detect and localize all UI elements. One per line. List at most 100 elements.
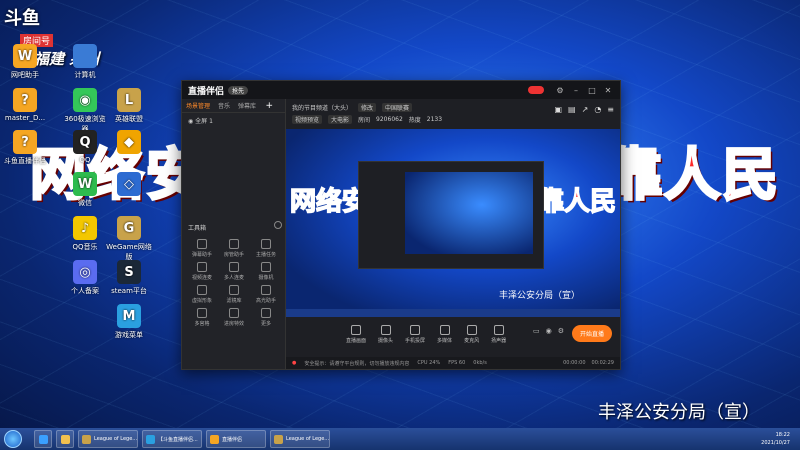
tool-icon — [229, 239, 239, 249]
tab-music[interactable]: 音乐 — [218, 101, 230, 110]
desktop-icon[interactable]: ◎ 个人备案 — [62, 260, 108, 296]
toolbox-item[interactable]: 多宫格 — [186, 308, 218, 327]
desktop-icon[interactable]: ◉ 360极速浏览器 — [62, 88, 108, 134]
tool-label: 多宫格 — [194, 321, 210, 327]
source-label: 扬声器 — [491, 337, 507, 344]
desktop-icon-label: 个人备案 — [71, 287, 99, 295]
record-icon[interactable]: ▭ — [533, 327, 540, 335]
slogan-right: 靠人民 — [605, 142, 780, 210]
toolbox-item[interactable]: 摄像机 — [250, 262, 282, 281]
taskbar-items: League of Lege... 【斗鱼直播伴侣... 直播伴侣 League of… — [78, 430, 330, 448]
settings-icon[interactable]: ⚙ — [554, 86, 566, 95]
desktop-icon[interactable]: ◆ — [106, 130, 152, 156]
desktop-icon[interactable]: ◇ — [106, 172, 152, 198]
toolbox-item[interactable]: 房管助手 — [218, 239, 250, 258]
toolbox-item[interactable]: 主播任务 — [250, 239, 282, 258]
minimize-icon[interactable]: – — [570, 86, 582, 95]
lock-icon[interactable]: ▤ — [568, 105, 576, 114]
desktop-icon[interactable]: G WeGame网络版 — [106, 216, 152, 262]
app-titlebar[interactable]: 直播伴侣 抢先 ⚙ – □ ✕ — [182, 81, 620, 99]
taskbar-item[interactable]: 直播伴侣 — [206, 430, 266, 448]
live-streaming-app-window[interactable]: 直播伴侣 抢先 ⚙ – □ ✕ 场景管理 音乐 弹幕库 + ◉ 全屏 1 工具箱… — [181, 80, 621, 370]
taskbar-item[interactable]: League of Lege... — [270, 430, 330, 448]
menu-icon[interactable]: ≡ — [607, 105, 614, 114]
preview-taskbar — [286, 309, 620, 317]
gear-icon[interactable]: ⚙ — [558, 327, 564, 335]
maximize-icon[interactable]: □ — [586, 86, 598, 95]
bitrate: 0kb/s — [473, 360, 487, 366]
stream-title[interactable]: 我的节目频道（大头） — [292, 103, 352, 112]
source-control[interactable]: 摄像头 — [378, 324, 393, 344]
tool-label: 弹幕助手 — [191, 252, 212, 258]
app-icon: ♪ — [73, 216, 97, 240]
clock-time: 00:02:29 — [591, 360, 614, 366]
app-title: 直播伴侣 — [188, 86, 225, 97]
category-tag[interactable]: 中国联赛 — [382, 103, 413, 112]
view-icon[interactable]: ◉ — [546, 327, 552, 335]
toolbox-item[interactable]: 高光助手 — [250, 285, 282, 304]
toolbox-item[interactable]: 进房特效 — [218, 308, 250, 327]
desktop-icon[interactable]: ? master_D... — [2, 88, 48, 122]
tab-scenes[interactable]: 场景管理 — [186, 101, 210, 110]
toolbox-item[interactable]: 弹幕助手 — [186, 239, 218, 258]
toolbox-item[interactable]: 更多 — [250, 308, 282, 327]
tab-danmaku[interactable]: 弹幕库 — [238, 101, 256, 110]
category-edit-button[interactable]: 修改 — [358, 103, 377, 112]
preview-nested-window — [358, 161, 544, 269]
desktop-icon[interactable]: ♪ QQ音乐 — [62, 216, 108, 252]
desktop-icon[interactable]: W 网吧助手 — [2, 44, 48, 80]
source-control[interactable]: 麦克风 — [464, 324, 479, 344]
scene-panel: 场景管理 音乐 弹幕库 + ◉ 全屏 1 工具箱 弹幕助手 房管助手 主播任务 视频连… — [182, 99, 286, 369]
share-icon[interactable]: ↗ — [582, 105, 589, 114]
source-icon — [439, 324, 450, 335]
desktop-icon-label: 游戏菜单 — [115, 331, 143, 339]
stream-preview[interactable]: 网络安 靠人民 丰泽公安分局（宣） — [286, 129, 620, 317]
desktop-icon[interactable]: Ssteam平台 — [106, 260, 152, 296]
tray-date: 2021/10/27 — [761, 440, 790, 446]
info-tag-1[interactable]: 视频预览 — [292, 115, 323, 124]
desktop-icon[interactable]: ? 斗鱼直播伴侣 — [2, 130, 48, 166]
desktop-icon[interactable]: L 英雄联盟 — [106, 88, 152, 124]
tool-label: 多人连麦 — [223, 275, 244, 281]
app-icon: ◉ — [73, 88, 97, 112]
taskbar-folder-icon[interactable] — [56, 430, 74, 448]
source-icon — [410, 324, 421, 335]
version-badge: 抢先 — [228, 85, 249, 95]
source-control[interactable]: 手机投屏 — [405, 324, 425, 344]
avatar[interactable] — [528, 86, 544, 94]
douyu-logo-text: 斗鱼 — [4, 8, 40, 29]
desktop-icon[interactable]: Q QQ — [62, 130, 108, 164]
desktop-icon-label: steam平台 — [111, 287, 147, 295]
main-area: 我的节目频道（大头） 修改 中国联赛 视频预览 大电影 房间 9206062 热… — [286, 99, 620, 369]
add-scene-icon[interactable]: + — [265, 101, 273, 111]
close-icon[interactable]: ✕ — [602, 86, 614, 95]
desktop-icon[interactable]: 计算机 — [62, 44, 108, 80]
info-tag-2[interactable]: 大电影 — [328, 115, 353, 124]
start-stream-button[interactable]: 开始直播 — [571, 325, 612, 342]
source-label: 直播画面 — [346, 337, 367, 344]
taskbar-item[interactable]: 【斗鱼直播伴侣... — [142, 430, 202, 448]
scene-name: 全屏 1 — [195, 118, 213, 125]
gift-icon[interactable]: ▣ — [554, 105, 562, 114]
stream-info-bar: 我的节目频道（大头） 修改 中国联赛 视频预览 大电影 房间 9206062 热… — [286, 99, 620, 129]
toolbox-item[interactable]: 滤镜库 — [218, 285, 250, 304]
start-button[interactable] — [4, 430, 22, 448]
app-icon: G — [117, 216, 141, 240]
toolbox-item[interactable]: 视频连麦 — [186, 262, 218, 281]
preview-slogan-left: 网络安 — [289, 186, 369, 218]
source-control[interactable]: 多媒体 — [437, 324, 452, 344]
toolbox-settings-icon[interactable] — [274, 221, 282, 229]
desktop-icon[interactable]: W 微信 — [62, 172, 108, 208]
eye-icon[interactable]: ◉ — [188, 118, 193, 125]
desktop-icon[interactable]: M 游戏菜单 — [106, 304, 152, 340]
toolbox-item[interactable]: 虚拟形象 — [186, 285, 218, 304]
source-controls: 直播画面 摄像头 手机投屏 多媒体 麦克风 扬声器 — [286, 317, 620, 351]
scene-item[interactable]: ◉ 全屏 1 — [182, 113, 285, 128]
taskbar-ie-icon[interactable] — [34, 430, 52, 448]
bell-icon[interactable]: ◔ — [594, 105, 601, 114]
source-control[interactable]: 直播画面 — [346, 324, 367, 344]
toolbox-item[interactable]: 多人连麦 — [218, 262, 250, 281]
source-control[interactable]: 扬声器 — [491, 324, 507, 344]
taskbar-item[interactable]: League of Lege... — [78, 430, 138, 448]
app-icon: ? — [13, 130, 37, 154]
